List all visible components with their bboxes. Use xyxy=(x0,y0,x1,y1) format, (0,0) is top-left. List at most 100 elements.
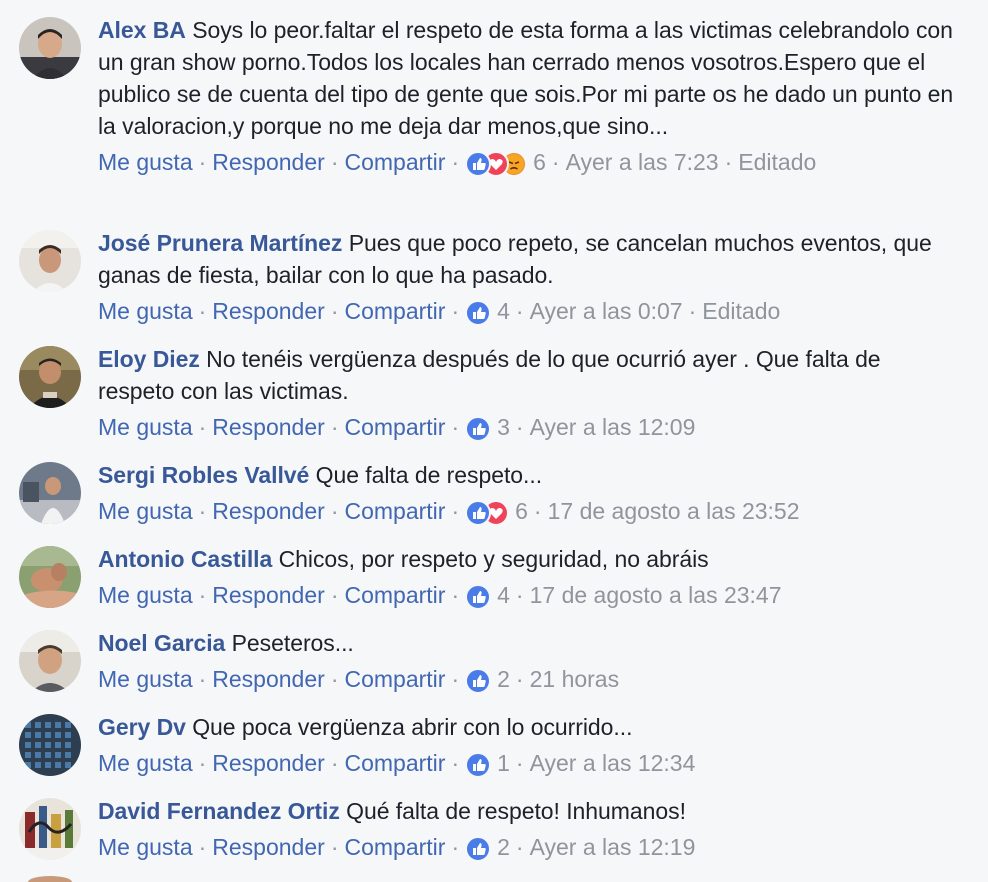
reply-button[interactable]: Responder xyxy=(212,750,325,776)
reply-button[interactable]: Responder xyxy=(212,149,325,175)
comment-text-block: Sergi Robles Vallvé Que falta de respeto… xyxy=(98,459,958,491)
reaction-count: 4 xyxy=(497,298,510,324)
avatar[interactable] xyxy=(19,230,81,292)
reaction-count: 2 xyxy=(497,834,510,860)
comment-actions: Me gusta · Responder · Compartir · 2 · 21 horas xyxy=(98,663,958,695)
share-button[interactable]: Compartir xyxy=(344,498,445,524)
separator: · xyxy=(330,298,339,324)
comment-timestamp[interactable]: 21 horas xyxy=(530,666,620,692)
reactions-summary[interactable] xyxy=(465,151,528,177)
reactions-summary[interactable] xyxy=(465,752,492,778)
avatar[interactable] xyxy=(19,630,81,692)
separator: · xyxy=(198,750,207,776)
comment-actions: Me gusta · Responder · Compartir · 6 · 17 de ago… xyxy=(98,495,958,527)
avatar[interactable] xyxy=(19,546,81,608)
avatar[interactable] xyxy=(19,346,81,408)
comment-text-block: Gery Dv Que poca vergüenza abrir con lo … xyxy=(98,711,958,743)
like-icon xyxy=(465,300,492,326)
reply-button[interactable]: Responder xyxy=(212,582,325,608)
share-button[interactable]: Compartir xyxy=(344,666,445,692)
reactions-summary[interactable] xyxy=(465,500,510,526)
comment-author[interactable]: Alex BA xyxy=(98,17,186,43)
comment-text: Que falta de respeto... xyxy=(315,462,543,488)
share-button[interactable]: Compartir xyxy=(344,750,445,776)
comment-author[interactable]: José Prunera Martínez xyxy=(98,230,342,256)
comment-actions: Me gusta · Responder · Compartir · 6 · Ayer a la… xyxy=(98,146,958,178)
reactions-summary[interactable] xyxy=(465,584,492,610)
separator: · xyxy=(451,414,460,440)
share-button[interactable]: Compartir xyxy=(344,834,445,860)
reply-button[interactable]: Responder xyxy=(212,834,325,860)
comment-body: David Fernandez Ortiz Qué falta de respe… xyxy=(98,795,958,863)
reactions-summary[interactable] xyxy=(465,416,492,442)
comment-timestamp[interactable]: Ayer a las 12:09 xyxy=(530,414,696,440)
comment-list: Alex BA Soys lo peor.faltar el respeto d… xyxy=(0,0,988,882)
like-button[interactable]: Me gusta xyxy=(98,582,193,608)
share-button[interactable]: Compartir xyxy=(344,298,445,324)
comment-author[interactable]: Noel Garcia xyxy=(98,630,225,656)
edited-label[interactable]: Editado xyxy=(702,298,780,324)
comment-timestamp[interactable]: Ayer a las 12:34 xyxy=(530,750,696,776)
separator: · xyxy=(330,582,339,608)
comment-actions: Me gusta · Responder · Compartir · 2 · Ayer a la… xyxy=(98,831,958,863)
comment-author[interactable]: Gery Dv xyxy=(98,714,186,740)
comment-author[interactable]: Antonio Castilla xyxy=(98,546,272,572)
avatar[interactable] xyxy=(19,714,81,776)
avatar[interactable] xyxy=(19,17,81,79)
comment-timestamp[interactable]: Ayer a las 7:23 xyxy=(566,149,719,175)
comment-author[interactable]: David Fernandez Ortiz xyxy=(98,798,340,824)
separator: · xyxy=(198,298,207,324)
like-button[interactable]: Me gusta xyxy=(98,414,193,440)
comment-actions: Me gusta · Responder · Compartir · 4 · Ayer a la… xyxy=(98,295,958,327)
reply-button[interactable]: Responder xyxy=(212,666,325,692)
share-button[interactable]: Compartir xyxy=(344,582,445,608)
separator: · xyxy=(198,582,207,608)
avatar[interactable] xyxy=(19,462,81,524)
comment-actions: Me gusta · Responder · Compartir · 1 · Ayer a la… xyxy=(98,747,958,779)
share-button[interactable]: Compartir xyxy=(344,414,445,440)
comment-text: Soys lo peor.faltar el respeto de esta f… xyxy=(98,17,954,139)
like-button[interactable]: Me gusta xyxy=(98,834,193,860)
like-button[interactable]: Me gusta xyxy=(98,498,193,524)
comment-timestamp[interactable]: 17 de agosto a las 23:47 xyxy=(530,582,782,608)
comment-author[interactable]: Eloy Diez xyxy=(98,346,200,372)
comment-timestamp[interactable]: 17 de agosto a las 23:52 xyxy=(548,498,800,524)
avatar[interactable] xyxy=(19,798,81,860)
comment-author[interactable]: Sergi Robles Vallvé xyxy=(98,462,309,488)
like-icon xyxy=(465,752,492,778)
separator: · xyxy=(515,298,524,324)
edited-label[interactable]: Editado xyxy=(738,149,816,175)
reactions-summary[interactable] xyxy=(465,300,492,326)
separator: · xyxy=(451,498,460,524)
comment-body: Antonio Castilla Chicos, por respeto y s… xyxy=(98,543,958,611)
comment-timestamp[interactable]: Ayer a las 12:19 xyxy=(530,834,696,860)
comment-actions: Me gusta · Responder · Compartir · 3 · Ayer a la… xyxy=(98,411,958,443)
comment-text-block: Alex BA Soys lo peor.faltar el respeto d… xyxy=(98,14,958,142)
separator: · xyxy=(451,149,460,175)
separator: · xyxy=(515,834,524,860)
like-button[interactable]: Me gusta xyxy=(98,298,193,324)
comment-actions: Me gusta · Responder · Compartir · 4 · 17 de ago… xyxy=(98,579,958,611)
like-button[interactable]: Me gusta xyxy=(98,750,193,776)
separator: · xyxy=(198,666,207,692)
comment-body: Gery Dv Que poca vergüenza abrir con lo … xyxy=(98,711,958,779)
share-button[interactable]: Compartir xyxy=(344,149,445,175)
comment-timestamp[interactable]: Ayer a las 0:07 xyxy=(530,298,683,324)
reply-button[interactable]: Responder xyxy=(212,498,325,524)
separator: · xyxy=(515,666,524,692)
like-icon xyxy=(465,416,492,442)
reply-button[interactable]: Responder xyxy=(212,298,325,324)
separator: · xyxy=(451,582,460,608)
reaction-count: 6 xyxy=(533,149,546,175)
like-icon xyxy=(465,151,492,177)
reactions-summary[interactable] xyxy=(465,668,492,694)
like-button[interactable]: Me gusta xyxy=(98,666,193,692)
reply-button[interactable]: Responder xyxy=(212,414,325,440)
reactions-summary[interactable] xyxy=(465,836,492,862)
like-button[interactable]: Me gusta xyxy=(98,149,193,175)
reaction-count: 4 xyxy=(497,582,510,608)
separator: · xyxy=(515,750,524,776)
reaction-count: 1 xyxy=(497,750,510,776)
comment-body: José Prunera Martínez Pues que poco repe… xyxy=(98,227,958,327)
reaction-count: 2 xyxy=(497,666,510,692)
